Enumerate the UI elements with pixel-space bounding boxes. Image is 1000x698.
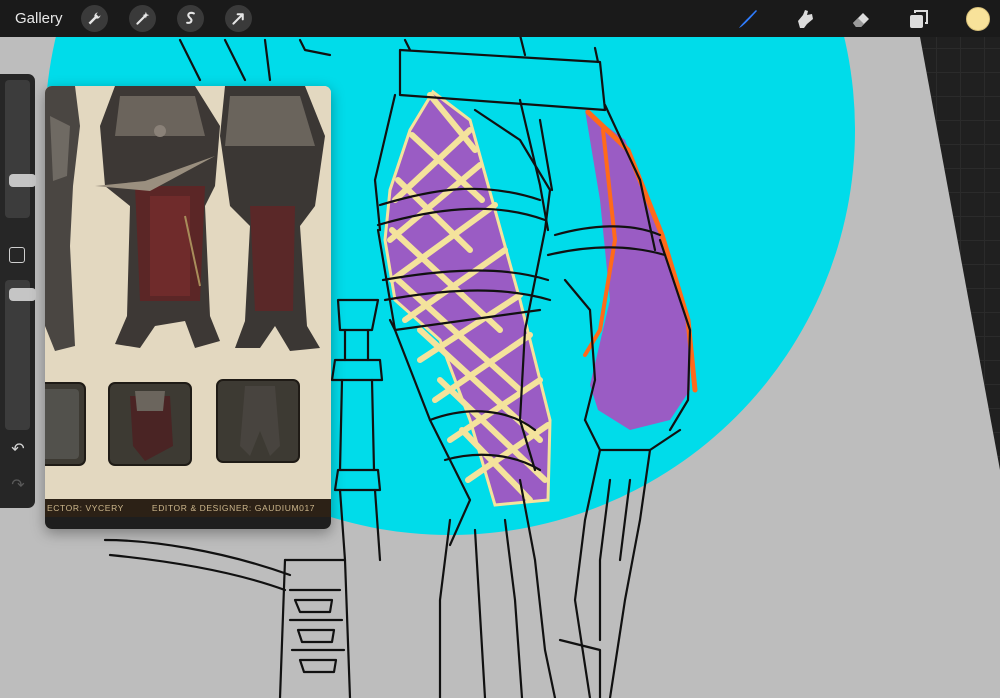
smudge-finger-icon[interactable] — [792, 6, 818, 32]
opacity-slider[interactable] — [5, 280, 36, 430]
left-sidebar: ↶ ↷ — [0, 74, 36, 508]
magic-wand-icon[interactable] — [128, 5, 156, 32]
gallery-button[interactable]: Gallery — [15, 10, 63, 27]
brush-size-thumb[interactable] — [9, 174, 36, 187]
modify-icon[interactable] — [9, 247, 25, 263]
top-toolbar: Gallery — [0, 0, 1000, 37]
reference-credit-bar: ECTOR: VYCERY EDITOR & DESIGNER: GAUDIUM… — [45, 499, 331, 517]
selection-s-icon[interactable] — [176, 5, 204, 32]
redo-icon[interactable]: ↷ — [9, 477, 27, 495]
layers-icon[interactable] — [906, 6, 932, 32]
credit-editor: EDITOR & DESIGNER: GAUDIUM017 — [151, 503, 316, 513]
opacity-thumb[interactable] — [9, 288, 36, 301]
undo-icon[interactable]: ↶ — [9, 441, 27, 459]
reference-window[interactable]: ECTOR: VYCERY EDITOR & DESIGNER: GAUDIUM… — [45, 86, 331, 529]
arrow-cursor-icon[interactable] — [224, 5, 252, 32]
credit-director: ECTOR: VYCERY — [47, 503, 124, 513]
brush-size-slider[interactable] — [5, 80, 36, 218]
toolbar-right-group — [704, 0, 1000, 37]
color-picker-swatch[interactable] — [966, 6, 990, 31]
brush-icon[interactable] — [735, 6, 761, 32]
procreate-app: Gallery ↶ ↷ ECTOR: VYCERY EDITOR & DESIG… — [0, 0, 1000, 698]
wrench-icon[interactable] — [80, 5, 108, 32]
reference-window-bottom-bar — [45, 517, 331, 529]
eraser-icon[interactable] — [849, 6, 875, 32]
reference-image — [45, 86, 331, 499]
